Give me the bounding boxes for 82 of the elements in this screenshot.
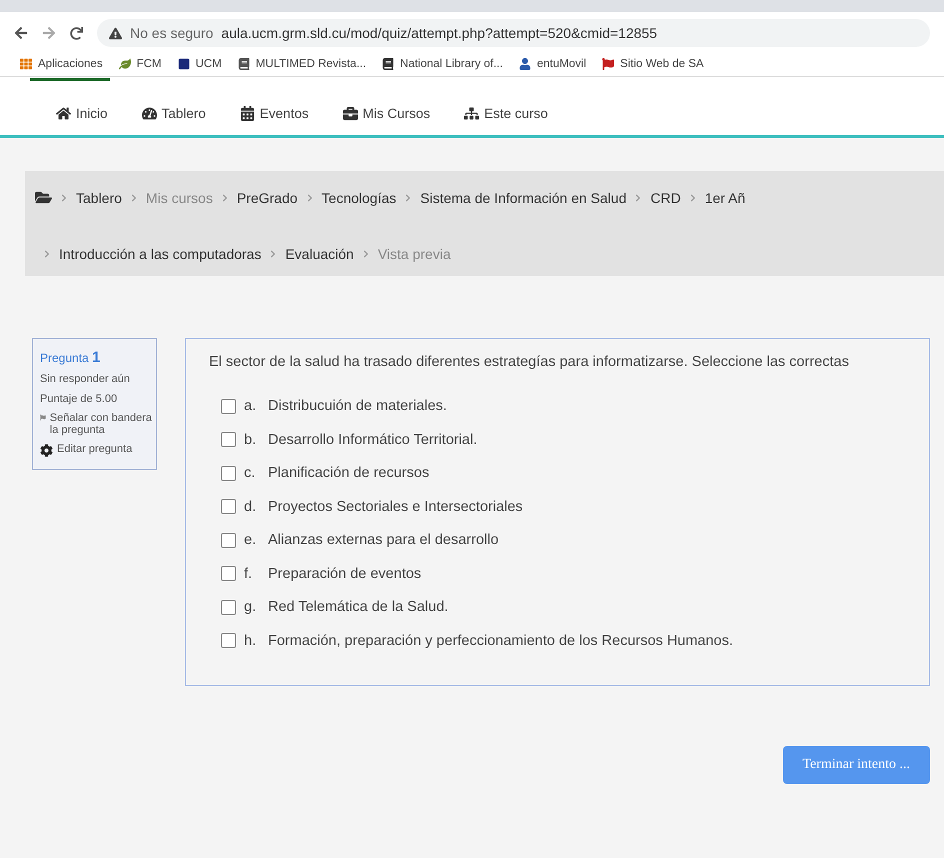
sitemap-icon — [464, 106, 480, 121]
checkbox[interactable] — [221, 466, 236, 481]
bookmark[interactable]: FCM — [118, 58, 162, 70]
forward-icon[interactable] — [42, 26, 56, 40]
bookmark[interactable]: National Library of... — [382, 58, 503, 70]
chevron-icon — [43, 250, 51, 258]
option-label[interactable]: Preparación de eventos — [268, 566, 422, 582]
chevron-icon — [130, 194, 138, 202]
option-letter: f. — [244, 566, 254, 582]
folder-icon — [35, 189, 52, 206]
back-icon[interactable] — [14, 26, 28, 40]
option-label[interactable]: Formación, preparación y perfeccionamiento de los Recursos Humanos. — [268, 632, 734, 649]
checkbox[interactable] — [221, 432, 236, 448]
nav-link[interactable]: Inicio — [56, 106, 108, 121]
option-letter: e. — [244, 532, 258, 548]
option-letter: b. — [244, 432, 258, 448]
breadcrumb-link[interactable]: Tablero — [76, 190, 122, 206]
bookmark[interactable]: MULTIMED Revista... — [238, 58, 366, 70]
chevron-icon — [634, 194, 642, 202]
nav-link[interactable]: Mis Cursos — [342, 106, 430, 121]
checkbox[interactable] — [221, 566, 236, 582]
warning-icon — [109, 26, 122, 40]
gauge-icon — [142, 106, 157, 121]
option-label[interactable]: Distribucuión de materiales. — [268, 398, 447, 414]
option-label[interactable]: Red Telemática de la Salud. — [268, 599, 448, 616]
option-letter: d. — [244, 498, 258, 515]
home-icon — [56, 106, 71, 121]
status-text: Sin responder aún — [40, 374, 131, 386]
checkbox[interactable] — [221, 600, 236, 615]
option-label[interactable]: Proyectos Sectoriales e Intersectoriales — [268, 498, 523, 515]
flag-icon — [602, 58, 614, 70]
checkbox[interactable] — [221, 633, 236, 648]
chevron-icon — [269, 250, 278, 258]
person-icon — [518, 58, 531, 70]
checkbox[interactable] — [221, 398, 236, 414]
breadcrumb-link[interactable]: Introducción a las computadoras — [59, 246, 262, 262]
square-icon — [178, 58, 190, 70]
breadcrumb-link[interactable]: Tecnologías — [322, 190, 396, 206]
question-text: El sector de la salud ha trasado diferentes estrategías para informatizarse. Seleccione las correctas — [209, 354, 850, 372]
bookmark[interactable]: entuMovil — [518, 58, 586, 70]
url-text: aula.ucm.grm.sld.cu/mod/quiz/attempt.php?attempt=520&cmid=12855 — [221, 25, 658, 41]
breadcrumb-link[interactable]: 1er Añ — [704, 190, 746, 206]
book-icon — [382, 58, 394, 70]
calendar-icon — [240, 106, 255, 121]
reload-icon[interactable] — [70, 26, 83, 40]
breadcrumb-link[interactable]: Evaluación — [285, 246, 354, 262]
chevron-icon — [306, 194, 314, 202]
option-label[interactable]: Desarrollo Informático Territorial. — [268, 432, 478, 448]
breadcrumb-link[interactable]: CRD — [650, 190, 681, 206]
nav-link[interactable]: Este curso — [464, 106, 548, 121]
leaf-icon — [118, 58, 131, 70]
flag-icon[interactable] — [40, 413, 46, 422]
bookmark[interactable]: Sitio Web de SA — [602, 58, 704, 70]
chevron-icon — [404, 194, 412, 202]
option-letter: h. — [244, 632, 258, 649]
breadcrumb-link[interactable]: PreGrado — [236, 190, 298, 206]
address-bar[interactable]: No es seguro aula.ucm.grm.sld.cu/mod/quiz/attempt.php?attempt=520&cmid=12855 — [97, 19, 930, 47]
points-text: Puntaje de 5.00 — [40, 394, 118, 406]
option-letter: c. — [244, 465, 256, 482]
security-label: No es seguro — [130, 25, 214, 41]
briefcase-icon — [342, 106, 358, 121]
chevron-icon — [688, 194, 697, 202]
option-letter: a. — [244, 398, 258, 414]
apps-icon — [20, 58, 32, 70]
nav-link[interactable]: Eventos — [240, 106, 309, 121]
chevron-icon — [60, 194, 68, 202]
question-number: Pregunta 1 — [40, 349, 102, 366]
checkbox[interactable] — [221, 499, 236, 514]
chevron-icon — [220, 194, 229, 202]
flag-link[interactable]: Señalar con bandera la pregunta — [50, 413, 152, 436]
edit-link[interactable]: Editar pregunta — [57, 444, 132, 456]
option-label[interactable]: Alianzas externas para el desarrollo — [268, 532, 499, 548]
chevron-icon — [362, 250, 370, 258]
option-letter: g. — [244, 599, 258, 616]
option-label[interactable]: Planificación de recursos — [268, 465, 430, 482]
nav-link[interactable]: Tablero — [142, 106, 206, 121]
settings-icon[interactable] — [40, 444, 53, 458]
book-icon — [238, 58, 250, 70]
checkbox[interactable] — [221, 532, 236, 548]
bookmark[interactable]: UCM — [178, 58, 222, 70]
bookmark[interactable]: Aplicaciones — [20, 58, 103, 70]
breadcrumb-link[interactable]: Sistema de Información en Salud — [420, 190, 626, 206]
